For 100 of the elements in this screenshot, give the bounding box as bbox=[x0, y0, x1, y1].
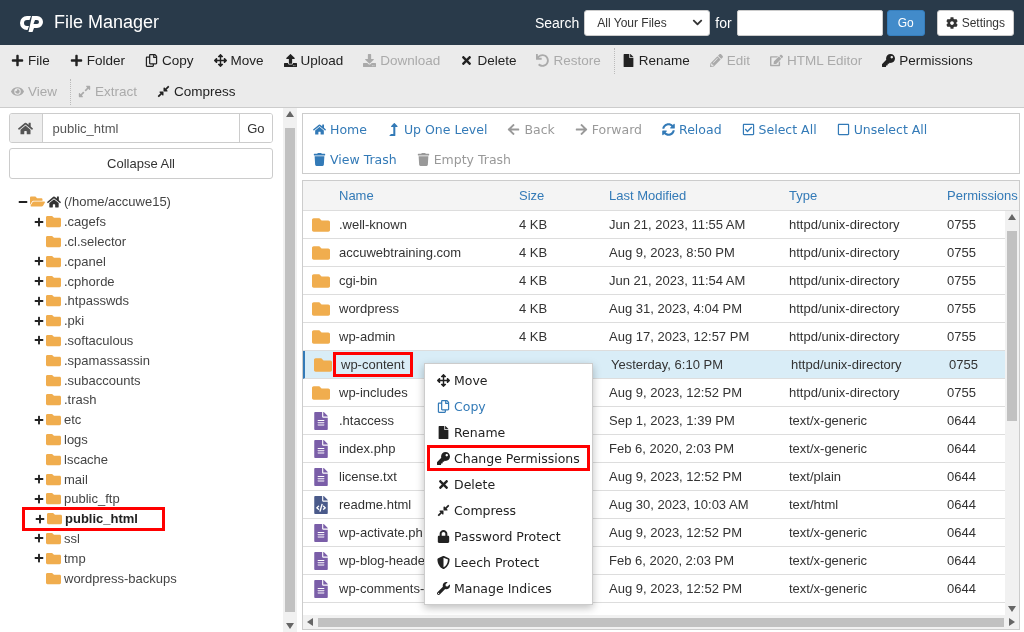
folder-icon bbox=[46, 372, 61, 388]
name-cell: license.txt bbox=[339, 469, 397, 484]
menu-item[interactable]: Password Protect bbox=[427, 523, 590, 549]
tree-item[interactable]: .cpanel bbox=[64, 253, 106, 269]
expand-icon[interactable] bbox=[34, 493, 44, 504]
expand-icon[interactable] bbox=[34, 315, 44, 326]
pencil-icon bbox=[709, 54, 723, 67]
tree-item[interactable]: .cphorde bbox=[64, 273, 115, 289]
modified-cell-text: Aug 17, 2023, 12:57 PM bbox=[609, 329, 751, 344]
toolbar-button[interactable]: Compress bbox=[150, 78, 243, 105]
column-header[interactable]: Type bbox=[789, 188, 947, 203]
home-button[interactable] bbox=[10, 114, 43, 142]
tree-item[interactable]: .subaccounts bbox=[64, 372, 141, 388]
nav-button[interactable]: Select All bbox=[735, 121, 823, 137]
toolbar-button[interactable]: Delete bbox=[453, 47, 524, 74]
menu-item[interactable]: Manage Indices bbox=[427, 575, 590, 601]
trash-icon bbox=[313, 152, 326, 166]
toolbar-button[interactable]: Folder bbox=[62, 47, 133, 74]
expand-icon[interactable] bbox=[34, 533, 44, 544]
nav-button[interactable]: Home bbox=[307, 121, 373, 137]
column-header[interactable]: Size bbox=[519, 188, 609, 203]
tree-item[interactable]: lscache bbox=[64, 451, 109, 467]
toolbar-button[interactable]: Upload bbox=[276, 47, 351, 74]
scrollbar[interactable] bbox=[283, 108, 297, 632]
tree-item[interactable]: mail bbox=[64, 471, 88, 487]
scrollbar[interactable] bbox=[1005, 211, 1019, 615]
search-scope-select[interactable]: All Your Files bbox=[584, 9, 711, 36]
expand-icon[interactable] bbox=[34, 276, 44, 287]
nav-button[interactable]: Up One Level bbox=[380, 121, 494, 137]
nav-button[interactable]: Unselect All bbox=[830, 121, 934, 137]
up-arrow-icon[interactable] bbox=[286, 110, 294, 118]
tree-item[interactable]: .pki bbox=[64, 313, 85, 329]
modified-cell-text: Jun 21, 2023, 11:55 AM bbox=[609, 217, 747, 232]
toolbar-button[interactable]: Copy bbox=[138, 47, 201, 74]
home-icon bbox=[18, 120, 34, 136]
tree-item[interactable]: .htpasswds bbox=[64, 293, 130, 309]
menu-item[interactable]: Leech Protect bbox=[427, 549, 590, 575]
expand-icon[interactable] bbox=[34, 474, 44, 485]
go-button[interactable]: Go bbox=[238, 114, 272, 142]
name-cell: accuwebtraining.com bbox=[339, 245, 462, 260]
up-arrow-icon[interactable] bbox=[1008, 213, 1016, 221]
reload-icon bbox=[662, 122, 676, 136]
tree-item[interactable]: .cagefs bbox=[64, 214, 106, 230]
horizontal-scrollbar[interactable] bbox=[303, 615, 1019, 629]
toolbar-button[interactable]: Permissions bbox=[875, 47, 980, 74]
permissions-cell: 0755 bbox=[947, 301, 976, 316]
tree-item[interactable]: .softaculous bbox=[64, 332, 134, 348]
column-header[interactable]: Last Modified bbox=[609, 188, 789, 203]
left-arrow-icon[interactable] bbox=[306, 618, 314, 626]
settings-button[interactable]: Settings bbox=[936, 9, 1014, 36]
folder-icon bbox=[312, 327, 330, 346]
nav-button[interactable]: View Trash bbox=[307, 151, 403, 167]
tree-item[interactable]: etc bbox=[64, 412, 82, 428]
tree-item[interactable]: .cl.selector bbox=[64, 234, 127, 249]
file-icon bbox=[621, 54, 635, 67]
search-label: Search bbox=[534, 14, 580, 31]
modified-cell-text: Feb 6, 2020, 2:03 PM bbox=[609, 441, 736, 456]
menu-item[interactable]: Change Permissions bbox=[427, 445, 590, 471]
tree-item[interactable]: .trash bbox=[64, 392, 97, 408]
tree-item[interactable]: public_ftp bbox=[64, 491, 120, 507]
expand-icon[interactable] bbox=[34, 295, 44, 306]
tree-item[interactable]: ssl bbox=[64, 530, 80, 546]
folder-icon bbox=[312, 383, 330, 402]
tree-item[interactable]: tmp bbox=[64, 550, 86, 566]
down-arrow-icon[interactable] bbox=[1008, 605, 1016, 613]
collapse-all-button[interactable]: Collapse All bbox=[9, 148, 273, 179]
folder-icon bbox=[46, 451, 61, 467]
app-title: File Manager bbox=[54, 12, 161, 33]
undo-icon bbox=[536, 54, 550, 67]
type-cell-text: text/x-generic bbox=[789, 441, 869, 456]
expand-icon[interactable] bbox=[34, 256, 44, 267]
code-file-icon bbox=[312, 495, 330, 514]
go-button[interactable]: Go bbox=[886, 9, 925, 36]
type-cell-text: httpd/unix-directory bbox=[789, 245, 901, 260]
name-cell: wp-activate.ph bbox=[339, 525, 423, 540]
expand-icon[interactable] bbox=[34, 335, 44, 346]
permissions-cell: 0644 bbox=[947, 581, 976, 596]
column-header[interactable]: Permissions bbox=[947, 188, 1018, 203]
toolbar-button[interactable]: Move bbox=[206, 47, 271, 74]
path-field[interactable]: public_html Go bbox=[9, 113, 273, 143]
nav-button[interactable]: Reload bbox=[656, 121, 728, 137]
search-field[interactable] bbox=[736, 9, 883, 36]
tree-item[interactable]: (/home/accuwe15) bbox=[64, 194, 171, 210]
expand-icon[interactable] bbox=[34, 414, 44, 425]
right-arrow-icon[interactable] bbox=[1008, 618, 1016, 626]
toolbar-button[interactable]: File bbox=[4, 47, 57, 74]
tree-item[interactable]: public_html bbox=[65, 511, 138, 527]
expand-icon[interactable] bbox=[35, 513, 45, 524]
toolbar-button[interactable]: Rename bbox=[613, 47, 697, 74]
name-cell: .htaccess bbox=[339, 413, 394, 428]
tree-item[interactable]: .spamassassin bbox=[64, 352, 150, 368]
tree-item[interactable]: logs bbox=[64, 431, 88, 447]
down-arrow-icon[interactable] bbox=[286, 622, 294, 630]
modified-cell-text: Aug 9, 2023, 12:52 PM bbox=[609, 385, 743, 400]
expand-icon[interactable] bbox=[34, 553, 44, 564]
folder-icon bbox=[46, 234, 61, 249]
column-header[interactable]: Name bbox=[339, 188, 519, 203]
expand-icon[interactable] bbox=[34, 216, 44, 227]
type-cell-text: httpd/unix-directory bbox=[789, 301, 901, 316]
tree-item[interactable]: wordpress-backups bbox=[64, 570, 177, 586]
